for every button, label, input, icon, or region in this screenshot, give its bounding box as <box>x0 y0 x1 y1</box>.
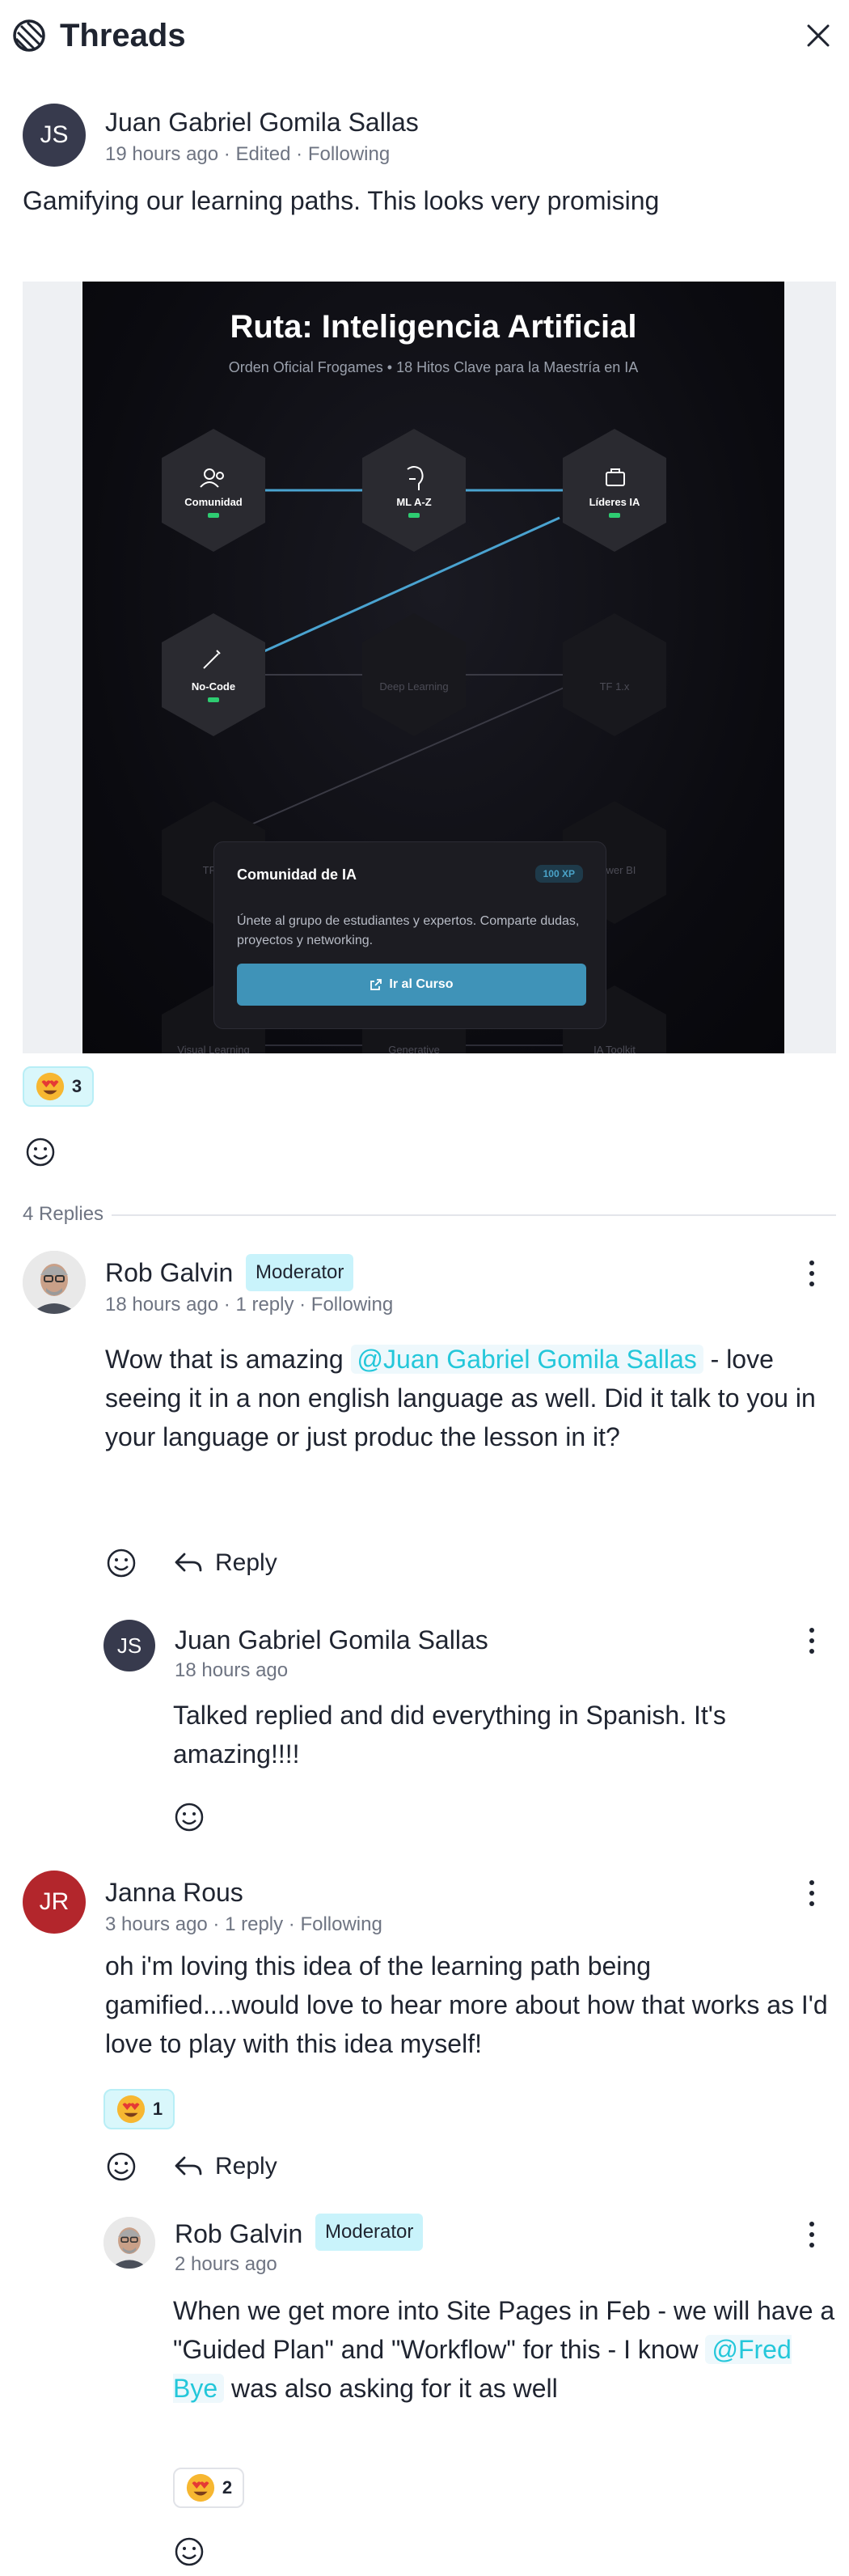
more-options-button[interactable] <box>804 2218 820 2251</box>
reply-label: Reply <box>215 2153 277 2180</box>
reply-arrow-icon <box>175 1553 202 1572</box>
active-marker <box>208 513 219 518</box>
node-label: Comunidad <box>184 496 243 508</box>
hex-node <box>162 429 265 552</box>
heart-eyes-emoji-icon <box>116 2095 145 2124</box>
xp-badge: 100 XP <box>534 865 583 883</box>
learning-path-graphic: Ruta: Inteligencia Artificial Orden Ofic… <box>82 282 784 1053</box>
comment-text: Wow that is amazing @Juan Gabriel Gomila… <box>105 1340 838 1456</box>
node-label: ML A-Z <box>396 496 432 508</box>
reply-arrow-icon <box>175 2156 202 2176</box>
comment-meta: 18 hours ago · 1 reply · Following <box>105 1294 394 1316</box>
reaction-pill[interactable]: 3 <box>23 1066 94 1107</box>
heart-eyes-emoji-icon <box>186 2473 214 2502</box>
threads-logo-icon <box>13 19 45 52</box>
avatar[interactable]: JS <box>103 1620 155 1671</box>
post-text: Gamifying our learning paths. This looks… <box>23 186 660 215</box>
reaction-count: 3 <box>71 1076 82 1096</box>
reaction-pill[interactable]: 2 <box>173 2468 244 2508</box>
node-label: Visual Learning <box>177 1044 250 1053</box>
reply-text: Talked replied and did everything in Spa… <box>173 1701 726 1769</box>
add-reaction-icon[interactable] <box>173 2536 205 2568</box>
add-reaction-icon[interactable] <box>173 1801 205 1833</box>
external-link-icon <box>370 979 382 990</box>
avatar[interactable]: JR <box>23 1871 86 1934</box>
reaction-count: 1 <box>152 2099 163 2119</box>
post-author[interactable]: Juan Gabriel Gomila Sallas <box>105 107 419 138</box>
comment-author[interactable]: Rob Galvin <box>105 1257 233 1288</box>
active-marker <box>408 513 420 518</box>
add-reaction-icon[interactable] <box>105 2150 137 2183</box>
heart-eyes-emoji-icon <box>36 1072 64 1101</box>
moderator-badge: Moderator <box>246 1254 354 1291</box>
active-marker <box>609 513 620 518</box>
reply-button[interactable]: Reply <box>173 1547 277 1579</box>
comment-author[interactable]: Janna Rous <box>105 1877 243 1908</box>
reply-text: When we get more into Site Pages in Feb … <box>173 2291 838 2408</box>
rob-galvin-photo <box>23 1251 86 1314</box>
hex-node <box>162 613 265 736</box>
avatar[interactable] <box>103 2217 155 2269</box>
add-reaction-icon[interactable] <box>24 1136 57 1168</box>
replies-count: 4 Replies <box>23 1203 104 1225</box>
hex-node <box>563 613 666 736</box>
text-segment: was also asking for it as well <box>224 2374 558 2403</box>
reply-meta: 18 hours ago <box>175 1659 289 1681</box>
user-mention[interactable]: @Juan Gabriel Gomila Sallas <box>350 1345 703 1374</box>
more-options-button[interactable] <box>804 1877 820 1909</box>
hex-node <box>563 429 666 552</box>
course-card: Comunidad de IA 100 XP Únete al grupo de… <box>213 841 606 1029</box>
more-options-button[interactable] <box>804 1625 820 1657</box>
node-label: Líderes IA <box>589 496 640 508</box>
node-label: TF 1.x <box>599 680 630 693</box>
add-reaction-icon[interactable] <box>105 1547 137 1579</box>
post-meta: 19 hours ago · Edited · Following <box>105 143 391 165</box>
reply-author[interactable]: Rob Galvin <box>175 2218 302 2249</box>
more-options-button[interactable] <box>804 1257 820 1290</box>
node-label: IA Toolkit <box>593 1044 636 1053</box>
comment-meta: 3 hours ago · 1 reply · Following <box>105 1913 382 1935</box>
node-label: Deep Learning <box>379 680 449 693</box>
node-label: No-Code <box>191 680 236 693</box>
close-icon[interactable] <box>802 19 834 52</box>
reaction-pill[interactable]: 1 <box>103 2089 175 2129</box>
avatar[interactable]: JS <box>23 104 86 167</box>
card-description: Únete al grupo de estudiantes y expertos… <box>237 914 580 947</box>
reply-meta: 2 hours ago <box>175 2253 277 2275</box>
post-image[interactable]: Ruta: Inteligencia Artificial Orden Ofic… <box>23 282 836 1053</box>
hex-node <box>362 429 466 552</box>
node-label: Generative <box>388 1044 440 1053</box>
reply-button[interactable]: Reply <box>173 2150 277 2183</box>
active-marker <box>208 697 219 702</box>
reply-label: Reply <box>215 1549 277 1576</box>
page-title: Threads <box>60 18 186 53</box>
reaction-count: 2 <box>222 2477 233 2498</box>
reply-author[interactable]: Juan Gabriel Gomila Sallas <box>175 1625 488 1655</box>
rob-galvin-photo <box>103 2217 155 2269</box>
divider <box>112 1214 836 1216</box>
hex-node <box>362 613 466 736</box>
comment-text: oh i'm loving this idea of the learning … <box>105 1951 828 2058</box>
moderator-badge: Moderator <box>315 2214 424 2251</box>
avatar[interactable] <box>23 1251 86 1314</box>
card-button-label: Ir al Curso <box>389 977 454 991</box>
go-to-course-button: Ir al Curso <box>237 964 586 1006</box>
text-segment: Wow that is amazing <box>105 1345 351 1374</box>
card-title: Comunidad de IA <box>237 866 357 883</box>
